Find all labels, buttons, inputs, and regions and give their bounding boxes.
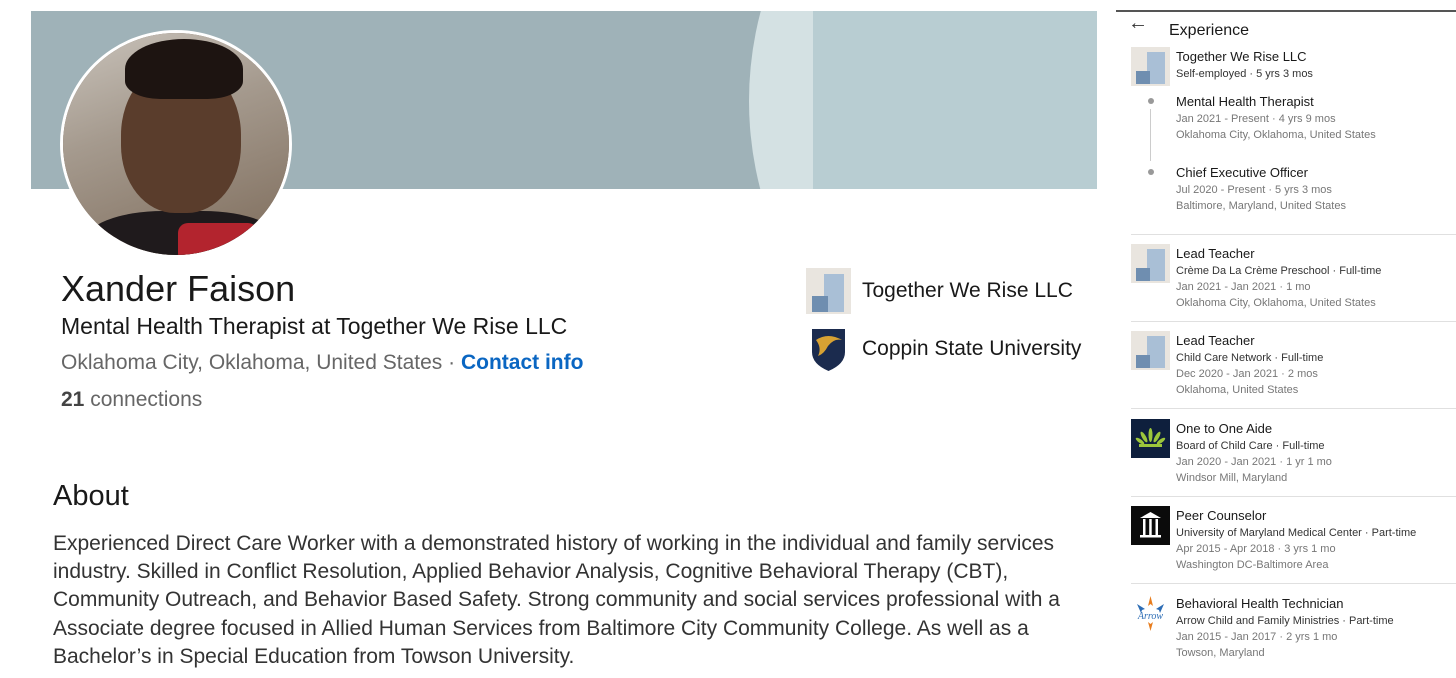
company-placeholder-icon [1131, 331, 1170, 370]
profile-photo[interactable] [60, 30, 292, 258]
experience-company-summary: Self-employed · 5 yrs 3 mos [1176, 68, 1313, 80]
profile-headline: Mental Health Therapist at Together We R… [61, 313, 568, 339]
timeline-dot [1148, 169, 1154, 175]
profile-location: Oklahoma City, Oklahoma, United States [61, 351, 443, 374]
back-arrow-icon[interactable]: ← [1128, 12, 1148, 35]
current-company-link[interactable]: Together We Rise LLC [806, 268, 1073, 314]
profile-location-line: Oklahoma City, Oklahoma, United States ·… [61, 351, 583, 375]
divider [1131, 496, 1456, 497]
umm-logo-icon [1131, 506, 1170, 545]
experience-title: Experience [1169, 22, 1250, 39]
education-link[interactable]: Coppin State University [806, 326, 1081, 372]
role-location: Baltimore, Maryland, United States [1176, 200, 1346, 212]
connections-label: connections [84, 388, 203, 411]
role-title: Mental Health Therapist [1176, 94, 1314, 109]
experience-item[interactable]: Lead Teacher Crème Da La Crème Preschool… [1131, 244, 1456, 314]
experience-item[interactable]: Lead Teacher Child Care Network · Full-t… [1131, 331, 1456, 401]
company-placeholder-icon [806, 268, 851, 314]
university-shield-icon [806, 326, 851, 372]
experience-title: One to One Aide [1176, 421, 1273, 436]
experience-item[interactable]: Peer Counselor University of Maryland Me… [1131, 506, 1456, 576]
divider [1131, 321, 1456, 322]
experience-location: Oklahoma, United States [1176, 384, 1299, 396]
current-company-name: Together We Rise LLC [862, 279, 1073, 302]
connections-count: 21 [61, 388, 85, 411]
profile-panel: Xander Faison Mental Health Therapist at… [0, 0, 1110, 678]
experience-company: Together We Rise LLC [1176, 49, 1307, 64]
role-title: Chief Executive Officer [1176, 165, 1308, 180]
experience-location: Oklahoma City, Oklahoma, United States [1176, 297, 1376, 309]
experience-location: Washington DC-Baltimore Area [1176, 559, 1329, 571]
banner-panel [813, 11, 1097, 189]
experience-title: Lead Teacher [1176, 333, 1255, 348]
contact-info-link[interactable]: Contact info [461, 351, 583, 374]
role-dates: Jan 2021 - Present · 4 yrs 9 mos [1176, 113, 1336, 125]
connections-link[interactable]: 21 connections [61, 388, 202, 412]
svg-text:Arrow: Arrow [1137, 611, 1164, 622]
experience-org: Board of Child Care · Full-time [1176, 440, 1325, 452]
location-separator: · [442, 351, 461, 374]
experience-location: Windsor Mill, Maryland [1176, 472, 1288, 484]
experience-org: Child Care Network · Full-time [1176, 352, 1324, 364]
experience-group-together-we-rise[interactable]: Together We Rise LLC Self-employed · 5 y… [1131, 47, 1456, 227]
experience-dates: Dec 2020 - Jan 2021 · 2 mos [1176, 368, 1318, 380]
about-text: Experienced Direct Care Worker with a de… [53, 532, 1060, 668]
experience-title: Peer Counselor [1176, 508, 1267, 523]
experience-location: Towson, Maryland [1176, 647, 1265, 659]
timeline-dot [1148, 98, 1154, 104]
experience-item[interactable]: One to One Aide Board of Child Care · Fu… [1131, 419, 1456, 489]
experience-dates: Jan 2021 - Jan 2021 · 1 mo [1176, 281, 1311, 293]
role-location: Oklahoma City, Oklahoma, United States [1176, 129, 1376, 141]
company-placeholder-icon [1131, 244, 1170, 283]
experience-org: Arrow Child and Family Ministries · Part… [1176, 615, 1394, 627]
experience-title: Behavioral Health Technician [1176, 596, 1344, 611]
company-placeholder-icon [1131, 47, 1170, 86]
divider [1131, 408, 1456, 409]
profile-name: Xander Faison [61, 268, 296, 309]
experience-item[interactable]: Arrow Behavioral Health Technician Arrow… [1131, 594, 1456, 664]
divider [1131, 583, 1456, 584]
experience-title: Lead Teacher [1176, 246, 1255, 261]
divider [1131, 234, 1456, 235]
experience-dates: Jan 2015 - Jan 2017 · 2 yrs 1 mo [1176, 631, 1338, 643]
about-heading: About [53, 480, 129, 512]
board-of-child-care-logo-icon [1131, 419, 1170, 458]
experience-panel: ← Experience Together We Rise LLC Self-e… [1116, 0, 1456, 678]
timeline-line [1150, 109, 1151, 161]
experience-dates: Apr 2015 - Apr 2018 · 3 yrs 1 mo [1176, 543, 1336, 555]
arrow-logo-icon: Arrow [1131, 594, 1170, 633]
experience-header: ← Experience [1116, 10, 1456, 39]
role-dates: Jul 2020 - Present · 5 yrs 3 mos [1176, 184, 1332, 196]
experience-org: Crème Da La Crème Preschool · Full-time [1176, 265, 1382, 277]
experience-dates: Jan 2020 - Jan 2021 · 1 yr 1 mo [1176, 456, 1332, 468]
experience-org: University of Maryland Medical Center · … [1176, 527, 1417, 539]
education-name: Coppin State University [862, 337, 1082, 360]
